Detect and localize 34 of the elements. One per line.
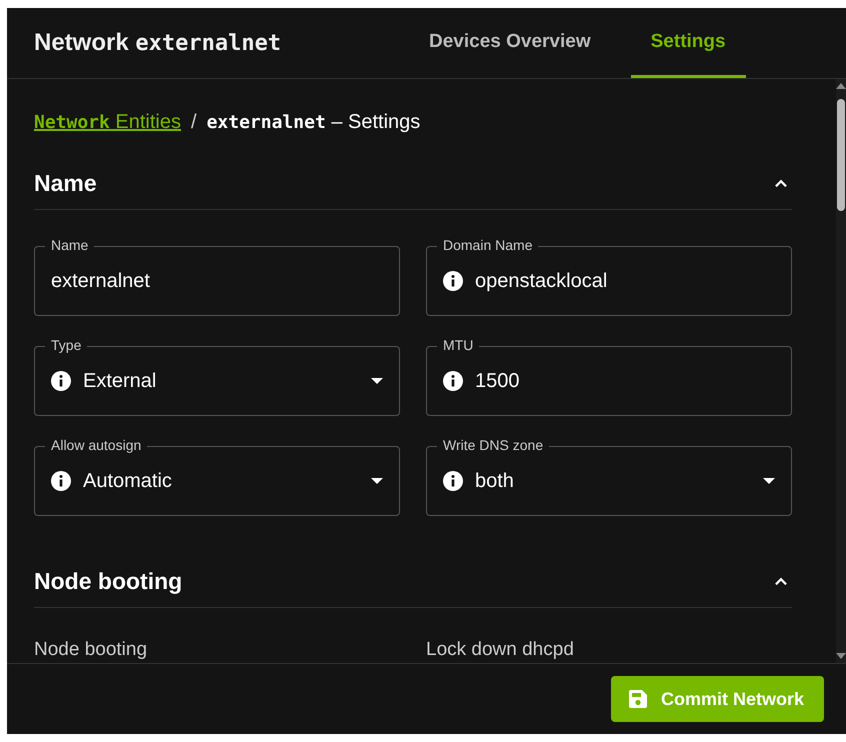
scrollbar[interactable] (836, 79, 846, 663)
input-field[interactable]: MTU 1500 (426, 337, 792, 416)
field-label: MTU (437, 337, 480, 353)
field-label: Domain Name (437, 237, 538, 253)
dropdown-field[interactable]: Type External (34, 337, 400, 416)
tab[interactable]: Settings (630, 8, 746, 78)
breadcrumb-link[interactable]: Network Entities (34, 111, 182, 134)
caret-icon (371, 378, 383, 384)
field-label: Type (45, 337, 88, 353)
chevron-icon[interactable] (774, 179, 788, 188)
caret-icon (371, 478, 383, 484)
input-field[interactable]: Domain Name openstacklocal (426, 237, 792, 316)
section-title: Node booting (34, 568, 182, 595)
page-title: Network externalnet (34, 29, 282, 57)
input-field[interactable]: Name externalnet (34, 237, 400, 316)
info-icon (51, 471, 71, 491)
field-label: Allow autosign (45, 437, 148, 453)
field-label: Node booting (34, 638, 148, 661)
dropdown-field[interactable]: Write DNS zone both (426, 437, 792, 516)
chevron-icon[interactable] (774, 577, 788, 586)
section-title: Name (34, 170, 97, 197)
info-icon (51, 371, 71, 391)
field-label: Name (45, 237, 94, 253)
breadcrumb-separator: / (191, 111, 197, 134)
info-icon (443, 371, 463, 391)
tab[interactable]: Devices Overview (409, 8, 611, 78)
save-icon (628, 690, 647, 708)
dropdown-field[interactable]: Allow autosign Automatic (34, 437, 400, 516)
field-label: Lock down dhcpd (426, 638, 575, 661)
info-icon (443, 471, 463, 491)
info-icon (443, 271, 463, 291)
field-label: Write DNS zone (437, 437, 550, 453)
caret-icon (763, 478, 775, 484)
breadcrumb-current: externalnet – Settings (206, 111, 420, 134)
